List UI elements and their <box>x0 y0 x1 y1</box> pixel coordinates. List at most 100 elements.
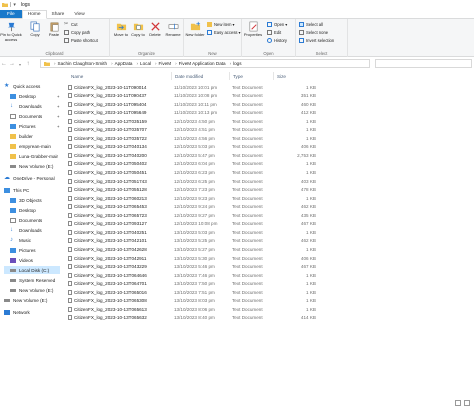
search-input[interactable] <box>375 59 472 68</box>
breadcrumb-user[interactable]: Sachin Claughton-Smith <box>58 61 108 66</box>
breadcrumb-fivem[interactable]: FiveM <box>159 61 172 66</box>
breadcrumb-logs[interactable]: logs <box>233 61 241 66</box>
select-all-button[interactable]: Select all <box>299 22 323 27</box>
file-name-cell: CitizenFX_log_2023-10-12T051743 <box>68 177 172 185</box>
nav-item-new-volume-e[interactable]: New Volume (E:) <box>10 162 53 170</box>
breadcrumb-local[interactable]: Local <box>140 61 151 66</box>
file-row[interactable]: CitizenFX_log_2023-10-13T043229 13/10/202… <box>68 263 316 271</box>
file-row[interactable]: CitizenFX_log_2023-10-13T042628 13/10/202… <box>68 245 316 253</box>
paste-button[interactable]: Paste <box>44 21 64 38</box>
pin-icon: ✦ <box>56 123 60 129</box>
nav-item-local-disk-c[interactable]: Local Disk (C:) <box>4 266 60 274</box>
new-folder-button[interactable]: New folder <box>185 21 205 38</box>
copy-path-button[interactable]: Copy path <box>64 30 90 35</box>
file-row[interactable]: CitizenFX_log_2023-10-11T095649 11/10/202… <box>68 109 316 117</box>
file-row[interactable]: CitizenFX_log_2023-10-12T050451 12/10/202… <box>68 169 316 177</box>
nav-item-builder[interactable]: builder <box>10 132 33 140</box>
nav-item-desktop[interactable]: Desktop ✦ <box>10 92 62 100</box>
nav-item-this-pc[interactable]: This PC <box>4 186 29 194</box>
address-bar[interactable]: › Sachin Claughton-Smith › AppData › Loc… <box>40 59 370 68</box>
edit-button[interactable]: Edit <box>267 30 281 35</box>
file-type: Text Document <box>232 152 263 158</box>
details-view-icon[interactable] <box>455 400 461 406</box>
nav-item-new-volume-e-root[interactable]: New Volume (E:) <box>4 296 47 304</box>
file-row[interactable]: CitizenFX_log_2023-10-12T065453 12/10/202… <box>68 203 316 211</box>
column-header-size[interactable]: Size <box>274 72 318 80</box>
nav-item-pictures[interactable]: Pictures <box>10 246 36 254</box>
file-row[interactable]: CitizenFX_log_2023-10-12T040200 12/10/202… <box>68 151 316 159</box>
file-row[interactable]: CitizenFX_log_2023-10-12T065723 12/10/202… <box>68 211 316 219</box>
breadcrumb-fivem-app-data[interactable]: FiveM Application Data <box>179 61 226 66</box>
file-row[interactable]: CitizenFX_log_2023-10-12T050402 12/10/202… <box>68 160 316 168</box>
up-arrow-icon[interactable]: ↑ <box>24 61 32 67</box>
file-row[interactable]: CitizenFX_log_2023-10-13T065613 13/10/202… <box>68 305 316 313</box>
rename-button[interactable]: Rename <box>163 21 183 38</box>
file-row[interactable]: CitizenFX_log_2023-10-12T051743 12/10/202… <box>68 177 316 185</box>
file-row[interactable]: CitizenFX_log_2023-10-13T065632 13/10/202… <box>68 314 316 322</box>
nav-item-downloads[interactable]: ↓ Downloads ✦ <box>10 102 62 110</box>
pin-quick-access-button[interactable]: Pin to Quick access <box>0 21 22 42</box>
delete-button[interactable]: Delete <box>145 21 165 38</box>
nav-item-videos[interactable]: Videos <box>10 256 33 264</box>
history-button[interactable]: History <box>267 38 287 43</box>
tab-share[interactable]: Share <box>47 10 70 18</box>
toolbar-dropdown-icon[interactable]: ▾ <box>13 2 16 8</box>
file-row[interactable]: CitizenFX_log_2023-10-13T065308 13/10/202… <box>68 297 316 305</box>
nav-item-quick-access[interactable]: ★ Quick access <box>4 82 40 90</box>
file-row[interactable]: CitizenFX_log_2023-10-12T093127 12/10/202… <box>68 220 316 228</box>
drive-icon <box>10 278 16 282</box>
cut-button[interactable]: ✂ Cut <box>64 22 78 28</box>
breadcrumb-appdata[interactable]: AppData <box>115 61 133 66</box>
recent-dropdown-icon[interactable]: ▾ <box>16 62 24 67</box>
back-arrow-icon[interactable]: ← <box>0 61 8 67</box>
nav-item-music[interactable]: ♪ Music <box>10 236 31 244</box>
file-row[interactable]: CitizenFX_log_2023-10-12T035159 12/10/202… <box>68 117 316 125</box>
column-header-type[interactable]: Type <box>230 72 274 80</box>
file-row[interactable]: CitizenFX_log_2023-10-12T040134 12/10/202… <box>68 143 316 151</box>
file-row[interactable]: CitizenFX_log_2023-10-13T042911 13/10/202… <box>68 254 316 262</box>
invert-selection-button[interactable]: Invert selection <box>299 38 334 43</box>
file-row[interactable]: CitizenFX_log_2023-10-11T095404 11/10/202… <box>68 100 316 108</box>
select-none-button[interactable]: Select none <box>299 30 328 35</box>
forward-arrow-icon[interactable]: → <box>8 61 16 67</box>
nav-item-label: Documents <box>19 113 43 119</box>
new-item-button[interactable]: New item ▾ <box>207 22 235 27</box>
nav-item-documents[interactable]: Documents ✦ <box>10 112 62 120</box>
column-header-name[interactable]: Name <box>68 72 172 80</box>
tab-home[interactable]: Home <box>21 10 47 19</box>
copy-button[interactable]: Copy <box>25 21 45 38</box>
text-file-icon <box>68 264 72 270</box>
nav-item-luna-grabber[interactable]: Luna-Grabber-mair <box>10 152 58 160</box>
column-header-date-modified[interactable]: Date modified <box>172 72 230 80</box>
nav-item-documents[interactable]: Documents <box>10 216 42 224</box>
nav-item-network[interactable]: Network <box>4 308 30 316</box>
nav-item-new-volume-e[interactable]: New Volume (E:) <box>10 286 53 294</box>
tab-view[interactable]: View <box>69 10 89 18</box>
tab-file[interactable]: File <box>0 10 22 18</box>
nav-item-pictures[interactable]: Pictures ✦ <box>10 122 62 130</box>
easy-access-label: Easy access <box>214 30 238 35</box>
nav-item-downloads[interactable]: ↓ Downloads <box>10 226 42 234</box>
file-row[interactable]: CitizenFX_log_2023-10-13T042101 13/10/202… <box>68 237 316 245</box>
file-row[interactable]: CitizenFX_log_2023-10-12T035722 12/10/202… <box>68 134 316 142</box>
file-row[interactable]: CitizenFX_log_2023-10-11T090437 11/10/202… <box>68 92 316 100</box>
file-row[interactable]: CitizenFX_log_2023-10-12T060213 12/10/202… <box>68 194 316 202</box>
open-button[interactable]: Open ▾ <box>267 22 287 27</box>
text-file-icon <box>68 135 72 141</box>
nav-item-desktop[interactable]: Desktop <box>10 206 36 214</box>
paste-shortcut-button[interactable]: Paste shortcut <box>64 38 98 43</box>
nav-item-system-reserved[interactable]: System Reserved <box>10 276 55 284</box>
file-row[interactable]: CitizenFX_log_2023-10-13T065016 13/10/202… <box>68 288 316 296</box>
nav-item-onedrive[interactable]: ☁ OneDrive - Personal <box>4 174 55 182</box>
file-row[interactable]: CitizenFX_log_2023-10-13T064701 13/10/202… <box>68 280 316 288</box>
file-row[interactable]: CitizenFX_log_2023-10-12T055128 12/10/202… <box>68 186 316 194</box>
easy-access-button[interactable]: Easy access ▾ <box>207 30 241 35</box>
file-row[interactable]: CitizenFX_log_2023-10-11T090014 11/10/202… <box>68 83 316 91</box>
properties-button[interactable]: Properties <box>243 21 263 38</box>
nav-item-3d-objects[interactable]: 3D Objects <box>10 196 42 204</box>
file-row[interactable]: CitizenFX_log_2023-10-12T035707 12/10/202… <box>68 126 316 134</box>
large-icons-view-icon[interactable] <box>464 400 470 406</box>
file-row[interactable]: CitizenFX_log_2023-10-13T064646 13/10/202… <box>68 271 316 279</box>
file-row[interactable]: CitizenFX_log_2023-10-13T040251 13/10/202… <box>68 228 316 236</box>
nav-item-empyrean-main[interactable]: empyrean-main <box>10 142 51 150</box>
